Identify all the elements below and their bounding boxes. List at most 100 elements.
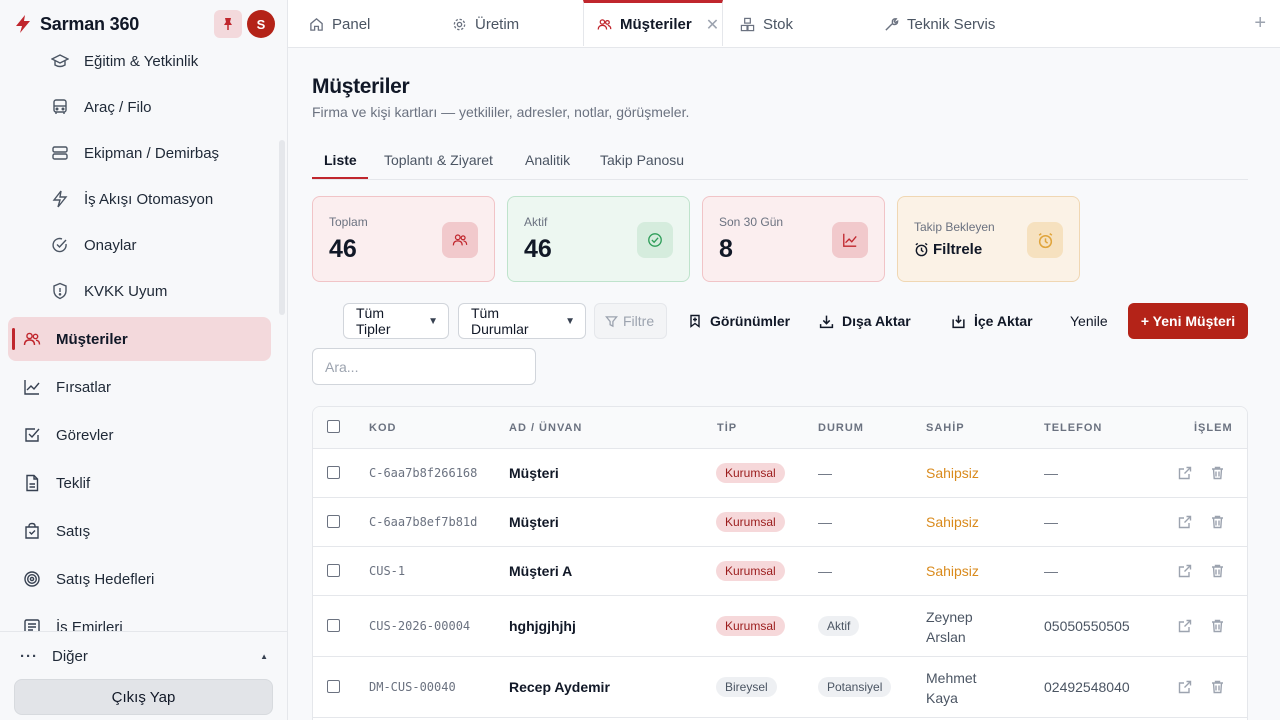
chevron-down-icon: ▼ [428,315,438,327]
sidebar-item-label: Satış [56,522,91,540]
list-icon [22,617,42,631]
sidebar-item-isakisi[interactable]: İş Akışı Otomasyon [8,177,271,221]
sidebar-scrollbar[interactable] [279,140,285,315]
cell-name[interactable]: Müşteri [509,514,559,530]
table-row[interactable]: CUS-1 Müşteri A Kurumsal — Sahipsiz — [313,547,1247,596]
sidebar-item-kvkk[interactable]: KVKK Uyum [8,269,271,313]
export-button[interactable]: Dışa Aktar [815,303,915,339]
sidebar-item-onaylar[interactable]: Onaylar [8,223,271,267]
sidebar-item-arac[interactable]: Araç / Filo [8,85,271,129]
avatar[interactable]: S [247,10,275,38]
sidebar-item-label: Fırsatlar [56,378,112,396]
stat-card-toplam: Toplam 46 [312,196,495,282]
tab-teknik-servis[interactable]: Teknik Servis [883,0,995,48]
trash-icon[interactable] [1209,679,1225,695]
open-external-icon[interactable] [1177,679,1193,695]
type-badge: Kurumsal [716,463,785,483]
sidebar-item-teklif[interactable]: Teklif [8,461,271,505]
sidebar-item-egitim[interactable]: Eğitim & Yetkinlik [8,48,271,83]
col-header-telefon[interactable]: TELEFON [1044,422,1102,434]
alarm-clock-icon [915,242,928,257]
row-checkbox[interactable] [327,466,340,479]
col-header-ad[interactable]: AD / ÜNVAN [509,422,582,434]
search-input[interactable] [312,348,536,385]
trash-icon[interactable] [1209,514,1225,530]
subtab-takip-panosu[interactable]: Takip Panosu [600,152,684,168]
import-icon [951,314,966,329]
page-subtitle: Firma ve kişi kartları — yetkililer, adr… [312,104,690,120]
sidebar-item-satis-hedefleri[interactable]: Satış Hedefleri [8,557,271,601]
logout-button[interactable]: Çıkış Yap [14,679,273,715]
table-row[interactable]: C-6aa7b8f266168 Müşteri Kurumsal — Sahip… [313,449,1247,498]
sidebar-item-gorevler[interactable]: Görevler [8,413,271,457]
cell-name[interactable]: Müşteri [509,465,559,481]
other-menu-toggle[interactable]: ··· Diğer ▲ [20,646,272,666]
tab-stok[interactable]: Stok [739,0,793,48]
cell-name[interactable]: Müşteri A [509,563,572,579]
row-checkbox[interactable] [327,564,340,577]
more-dots-icon: ··· [20,647,38,665]
cell-owner: Sahipsiz [926,563,979,579]
type-select[interactable]: Tüm Tipler ▼ [343,303,449,339]
trash-icon[interactable] [1209,465,1225,481]
open-external-icon[interactable] [1177,465,1193,481]
sidebar-item-musteriler[interactable]: Müşteriler [8,317,271,361]
table-row[interactable]: C-6aa7b8ef7b81d Müşteri Kurumsal — Sahip… [313,498,1247,547]
chart-line-icon [22,377,42,397]
type-badge-text: Kurumsal [716,616,785,636]
status-badge-text: Potansiyel [818,677,892,697]
sidebar-nav: Eğitim & Yetkinlik Araç / Filo Ekipman /… [0,48,287,631]
sidebar-item-satis[interactable]: Satış [8,509,271,553]
row-checkbox[interactable] [327,515,340,528]
status-select[interactable]: Tüm Durumlar ▼ [458,303,586,339]
cell-name[interactable]: Recep Aydemir [509,679,610,695]
users-icon [22,329,42,349]
col-header-kod[interactable]: KOD [369,422,396,434]
subtab-analitik[interactable]: Analitik [525,152,570,168]
sidebar-item-is-emirleri[interactable]: İş Emirleri [8,605,271,631]
cell-owner: Zeynep Arslan [926,609,973,645]
graduation-cap-icon [50,51,70,71]
sidebar-item-firsatlar[interactable]: Fırsatlar [8,365,271,409]
refresh-button[interactable]: Yenile [1070,303,1108,339]
add-tab-icon[interactable]: + [1254,13,1266,33]
main-content: Müşteriler Firma ve kişi kartları — yetk… [288,48,1280,720]
subtab-liste[interactable]: Liste [324,152,357,168]
open-external-icon[interactable] [1177,514,1193,530]
trash-icon[interactable] [1209,618,1225,634]
table-row[interactable]: CUS-2026-00004 hghjgjhjhj Kurumsal Aktif… [313,596,1247,657]
sidebar-item-label: Ekipman / Demirbaş [84,144,220,162]
open-external-icon[interactable] [1177,618,1193,634]
other-menu-label: Diğer [52,647,88,665]
check-circle-icon [637,222,673,258]
tab-musteriler[interactable]: Müşteriler ✕ [583,0,723,46]
tab-uretim[interactable]: Üretim [451,0,519,48]
filter-button[interactable]: Filtre [594,303,667,339]
card-filter-link[interactable]: Filtrele [914,241,982,258]
import-button[interactable]: İçe Aktar [947,303,1037,339]
sidebar-item-label: Eğitim & Yetkinlik [84,52,199,70]
users-icon [596,17,612,33]
new-customer-button[interactable]: + Yeni Müşteri [1128,303,1248,339]
select-all-checkbox[interactable] [327,420,340,433]
table-row[interactable]: DM-CUS-00040 Recep Aydemir Bireysel Pota… [313,657,1247,718]
tab-panel[interactable]: Panel [308,0,370,48]
type-badge: Bireysel [716,677,777,697]
sidebar-item-ekipman[interactable]: Ekipman / Demirbaş [8,131,271,175]
type-badge: Kurumsal [716,512,785,532]
row-checkbox[interactable] [327,619,340,632]
cell-name[interactable]: hghjgjhjhj [509,618,576,634]
pin-icon[interactable] [214,10,242,38]
subtab-toplanti[interactable]: Toplantı & Ziyaret [384,152,493,168]
col-header-sahip[interactable]: SAHİP [926,422,965,434]
trash-icon[interactable] [1209,563,1225,579]
row-checkbox[interactable] [327,680,340,693]
bus-icon [50,97,70,117]
sidebar-item-label: Satış Hedefleri [56,570,155,588]
stat-card-takip[interactable]: Takip Bekleyen Filtrele [897,196,1080,282]
close-icon[interactable]: ✕ [706,15,719,35]
col-header-durum[interactable]: DURUM [818,422,864,434]
open-external-icon[interactable] [1177,563,1193,579]
views-button[interactable]: Görünümler [684,303,794,339]
col-header-tip[interactable]: TİP [717,422,737,434]
